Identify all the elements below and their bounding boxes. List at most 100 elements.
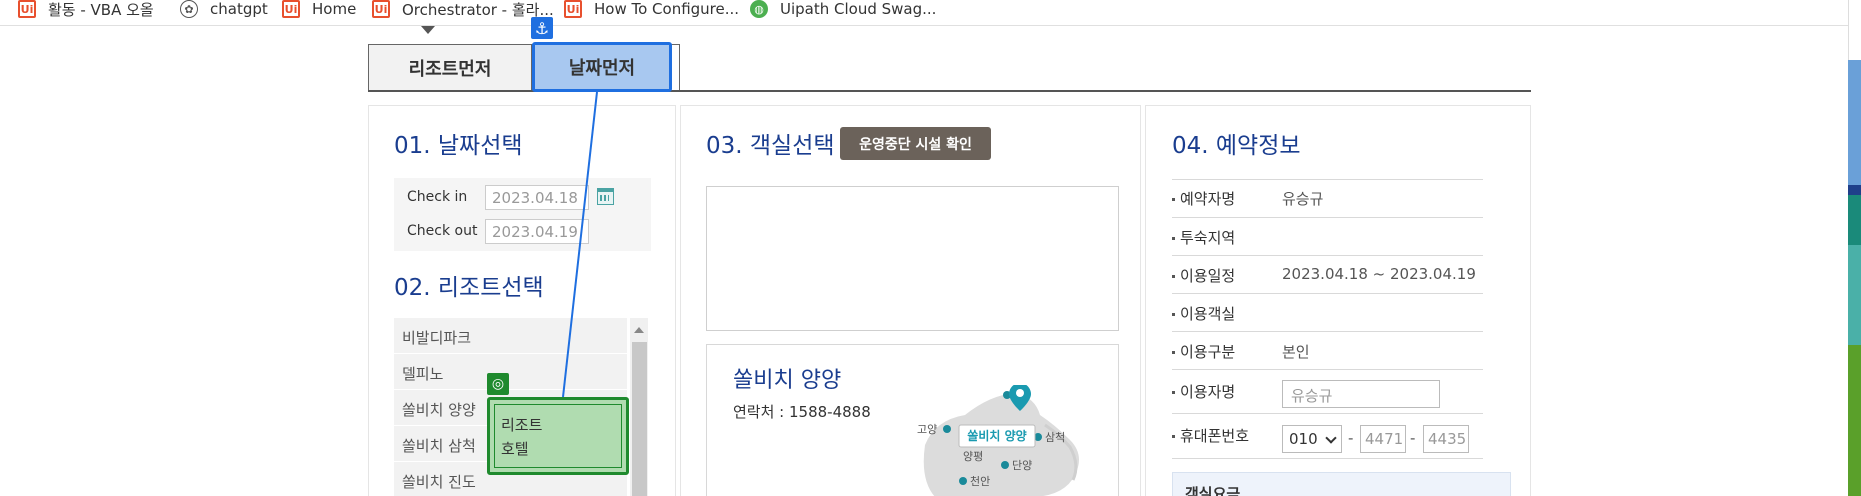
- info-label-phone: 휴대폰번호: [1172, 425, 1249, 446]
- resort-list-item[interactable]: 델피노: [394, 354, 627, 390]
- section-reservation-title: 04. 예약정보: [1172, 126, 1301, 160]
- map-label-danyang: 단양: [1012, 459, 1032, 472]
- bookmark-label: chatgpt: [210, 0, 268, 18]
- phone-dash: -: [1348, 429, 1354, 447]
- target-highlight-text: 리조트 호텔: [501, 413, 542, 461]
- resort-contact: 연락처 : 1588-4888: [733, 403, 871, 421]
- bookmark-item[interactable]: Ui Home: [282, 0, 356, 19]
- resort-list-item[interactable]: 비발디파크: [394, 318, 627, 354]
- info-label-text: 휴대폰번호: [1180, 427, 1250, 445]
- bookmark-item[interactable]: ✿ chatgpt: [180, 0, 268, 19]
- map-label-samcheok: 삼척: [1045, 431, 1065, 444]
- bookmark-item[interactable]: Ui 활동 - VBA 오올: [18, 0, 154, 19]
- anchor-icon: ⚓: [531, 17, 553, 39]
- chatgpt-icon: ✿: [180, 0, 198, 18]
- info-label-text: 예약자명: [1180, 190, 1236, 208]
- section-title-text: 객실선택: [749, 133, 835, 159]
- section-title-text: 날짜선택: [437, 133, 523, 159]
- checkout-input[interactable]: 2023.04.19: [485, 219, 589, 244]
- info-label-room: 이용객실: [1172, 303, 1235, 324]
- bullet: [1172, 313, 1175, 316]
- bullet: [1172, 391, 1175, 394]
- phone-prefix-select[interactable]: 010: [1282, 425, 1342, 453]
- section-resort-title: 02. 리조트선택: [394, 268, 544, 302]
- info-value-usage-type: 본인: [1282, 343, 1310, 361]
- info-label-booker: 예약자명: [1172, 188, 1235, 209]
- section-title-text: 리조트선택: [437, 275, 544, 301]
- edge-strip: [1848, 60, 1861, 190]
- section-title-text: 예약정보: [1215, 133, 1301, 159]
- checkin-label: Check in: [407, 189, 468, 205]
- info-label-usage-type: 이용구분: [1172, 341, 1235, 362]
- bullet: [1172, 351, 1175, 354]
- info-label-schedule: 이용일정: [1172, 265, 1235, 286]
- section-room-title: 03. 객실선택: [706, 126, 835, 160]
- bookmark-label: Uipath Cloud Swag...: [780, 0, 937, 18]
- target-icon: ◎: [487, 373, 509, 395]
- bookmark-label: 활동 - VBA 오올: [48, 0, 154, 19]
- tab-resort-first[interactable]: 리조트먼저: [368, 44, 532, 91]
- info-label-text: 투숙지역: [1180, 229, 1236, 247]
- calendar-icon[interactable]: [597, 188, 614, 205]
- bullet: [1172, 435, 1175, 438]
- info-label-region: 투숙지역: [1172, 227, 1235, 248]
- edge-strip: [1848, 185, 1861, 195]
- info-value-booker: 유승규: [1282, 190, 1324, 208]
- map-label-goyang: 고양: [917, 423, 937, 436]
- bookmark-item[interactable]: ◍ Uipath Cloud Swag...: [750, 0, 936, 19]
- room-fee-box: 객실요금: [1172, 472, 1511, 496]
- checkout-label: Check out: [407, 223, 478, 239]
- scroll-up-icon[interactable]: [634, 327, 644, 333]
- room-list-box: [706, 186, 1119, 331]
- uipath-icon: Ui: [18, 0, 36, 18]
- bullet: [1172, 237, 1175, 240]
- map-label-cheonan: 천안: [970, 474, 990, 488]
- target-text-line: 리조트: [501, 416, 543, 434]
- section-date-title: 01. 날짜선택: [394, 126, 523, 160]
- info-label-text: 이용객실: [1180, 305, 1236, 323]
- phone-mid-input[interactable]: 4471: [1360, 425, 1406, 453]
- map-dot: [1001, 461, 1009, 469]
- web-icon: ◍: [750, 0, 768, 18]
- section-number: 02.: [394, 275, 431, 301]
- edge-strip: [1848, 345, 1861, 496]
- bookmark-item[interactable]: Ui Orchestrator - 홀라...: [372, 0, 554, 19]
- bookmark-item[interactable]: Ui How To Configure...: [564, 0, 739, 19]
- bookmark-label: Home: [312, 0, 357, 18]
- section-number: 03.: [706, 133, 743, 159]
- section-number: 04.: [1172, 133, 1209, 159]
- map-label-yangyang: 쏠비치 양양: [967, 428, 1026, 443]
- checkin-input[interactable]: 2023.04.18: [485, 185, 589, 210]
- info-label-user-name: 이용자명: [1172, 381, 1235, 402]
- edge-strip: [1848, 195, 1861, 245]
- bullet: [1172, 275, 1175, 278]
- info-label-text: 이용구분: [1180, 343, 1236, 361]
- scroll-thumb[interactable]: [632, 342, 647, 496]
- bookmarks-bar: Ui 활동 - VBA 오올 ✿ chatgpt Ui Home Ui Orch…: [0, 0, 1861, 26]
- bullet: [1172, 198, 1175, 201]
- closed-facilities-button[interactable]: 운영중단 시설 확인: [840, 127, 991, 160]
- map-dot: [943, 425, 951, 433]
- info-value-schedule: 2023.04.18 ~ 2023.04.19: [1282, 265, 1476, 283]
- uipath-icon: Ui: [282, 0, 300, 18]
- phone-last-input[interactable]: 4435: [1423, 425, 1469, 453]
- map-label-yangpyeong: 양평: [963, 450, 983, 463]
- info-label-text: 이용일정: [1180, 267, 1236, 285]
- info-label-text: 이용자명: [1180, 383, 1236, 401]
- uipath-icon: Ui: [372, 0, 390, 18]
- caret-down-icon: [421, 26, 435, 34]
- map-dot: [959, 477, 967, 485]
- target-text-line: 호텔: [501, 440, 529, 458]
- resort-map: 쏠비치 양양 고양 양평 삼척 단양 천안: [917, 385, 1079, 496]
- anchor-highlight-date-tab[interactable]: 날짜먼저: [532, 42, 672, 92]
- chevron-down-icon: [1325, 432, 1337, 444]
- phone-dash: -: [1410, 429, 1416, 447]
- edge-strip: [1848, 245, 1861, 345]
- uipath-icon: Ui: [564, 0, 582, 18]
- resort-name: 쏠비치 양양: [733, 368, 842, 393]
- map-pin-center: [1016, 389, 1024, 397]
- user-name-input[interactable]: 유승규: [1282, 380, 1440, 408]
- section-number: 01.: [394, 133, 431, 159]
- phone-prefix-value: 010: [1289, 430, 1318, 448]
- bookmark-label: How To Configure...: [594, 0, 740, 18]
